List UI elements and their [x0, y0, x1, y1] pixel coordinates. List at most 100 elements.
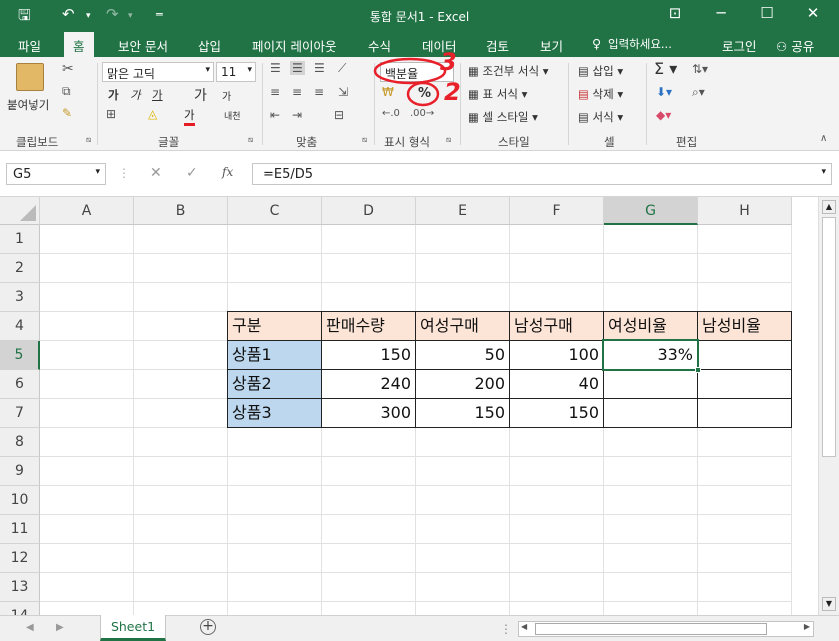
table-cell-h5[interactable] — [697, 340, 792, 370]
cell-c2[interactable] — [228, 254, 322, 283]
maximize-icon[interactable]: ☐ — [744, 4, 790, 22]
cell-g3[interactable] — [604, 283, 698, 312]
cell-a13[interactable] — [40, 573, 134, 602]
row-header-2[interactable]: 2 — [0, 254, 40, 283]
cell-a10[interactable] — [40, 486, 134, 515]
cell-a11[interactable] — [40, 515, 134, 544]
cell-e12[interactable] — [416, 544, 510, 573]
cell-a4[interactable] — [40, 312, 134, 341]
bold-button[interactable]: 가 — [108, 87, 119, 103]
cell-a5[interactable] — [40, 341, 134, 370]
format-cells-button[interactable]: ▤ 서식 ▾ — [578, 109, 623, 125]
insert-function-button[interactable]: fx — [222, 165, 233, 179]
merge-center-icon[interactable]: ⊟ — [334, 108, 344, 122]
cell-c9[interactable] — [228, 457, 322, 486]
table-cell-e7[interactable]: 150 — [415, 398, 510, 428]
enter-icon[interactable]: ✓ — [186, 165, 198, 181]
table-header-cell[interactable]: 남성구매 — [509, 311, 604, 341]
cell-c1[interactable] — [228, 225, 322, 254]
tab-split-handle[interactable]: ⋮ — [500, 622, 512, 636]
cell-b9[interactable] — [134, 457, 228, 486]
cell-d11[interactable] — [322, 515, 416, 544]
table-cell-c5[interactable]: 상품1 — [227, 340, 322, 370]
cell-b7[interactable] — [134, 399, 228, 428]
column-header-f[interactable]: F — [510, 197, 604, 225]
add-sheet-icon[interactable]: + — [200, 619, 216, 635]
cell-b13[interactable] — [134, 573, 228, 602]
format-painter-icon[interactable]: ✎ — [62, 106, 72, 120]
cell-c11[interactable] — [228, 515, 322, 544]
cell-h12[interactable] — [698, 544, 792, 573]
column-header-c[interactable]: C — [228, 197, 322, 225]
select-all-button[interactable] — [0, 197, 40, 225]
table-cell-d7[interactable]: 300 — [321, 398, 416, 428]
font-name-select[interactable]: 맑은 고딕 ▾ — [102, 62, 214, 82]
font-launcher-icon[interactable]: ⧅ — [248, 135, 253, 145]
font-color-button[interactable]: 가 — [184, 107, 195, 126]
cell-e10[interactable] — [416, 486, 510, 515]
tab-security[interactable]: 보안 문서 — [118, 36, 168, 55]
cell-d2[interactable] — [322, 254, 416, 283]
row-header-1[interactable]: 1 — [0, 225, 40, 254]
cell-d14[interactable] — [322, 602, 416, 615]
cell-e9[interactable] — [416, 457, 510, 486]
expand-formula-icon[interactable]: ▾ — [821, 167, 826, 177]
cell-c8[interactable] — [228, 428, 322, 457]
cell-c3[interactable] — [228, 283, 322, 312]
cell-b1[interactable] — [134, 225, 228, 254]
cell-f10[interactable] — [510, 486, 604, 515]
cancel-icon[interactable]: ✕ — [150, 165, 162, 181]
cell-h9[interactable] — [698, 457, 792, 486]
cell-f14[interactable] — [510, 602, 604, 615]
cell-b11[interactable] — [134, 515, 228, 544]
cell-a12[interactable] — [40, 544, 134, 573]
cell-h1[interactable] — [698, 225, 792, 254]
close-icon[interactable]: ✕ — [790, 4, 836, 22]
column-header-e[interactable]: E — [416, 197, 510, 225]
tab-formulas[interactable]: 수식 — [368, 36, 391, 55]
minimize-icon[interactable]: ─ — [698, 4, 744, 22]
row-header-4[interactable]: 4 — [0, 312, 40, 341]
accounting-format-icon[interactable]: ₩ — [382, 85, 394, 99]
cell-b5[interactable] — [134, 341, 228, 370]
table-header-cell[interactable]: 판매수량 — [321, 311, 416, 341]
shrink-font-button[interactable]: 가 — [222, 88, 231, 103]
cell-h11[interactable] — [698, 515, 792, 544]
horizontal-scrollbar-thumb[interactable] — [535, 623, 767, 635]
tab-review[interactable]: 검토 — [486, 36, 509, 55]
name-box[interactable]: G5 ▾ — [6, 163, 106, 185]
grow-font-button[interactable]: 가 — [194, 85, 207, 105]
cell-e2[interactable] — [416, 254, 510, 283]
cell-a1[interactable] — [40, 225, 134, 254]
increase-indent-icon[interactable]: ⇥ — [292, 108, 302, 122]
cell-e3[interactable] — [416, 283, 510, 312]
table-cell-f5[interactable]: 100 — [509, 340, 604, 370]
cell-d13[interactable] — [322, 573, 416, 602]
table-cell-f7[interactable]: 150 — [509, 398, 604, 428]
ribbon-display-icon[interactable]: ⊡ — [652, 4, 698, 22]
row-header-12[interactable]: 12 — [0, 544, 40, 573]
tell-me-input[interactable]: 입력하세요... — [608, 36, 672, 52]
cell-e8[interactable] — [416, 428, 510, 457]
tab-insert[interactable]: 삽입 — [198, 36, 221, 55]
cell-h13[interactable] — [698, 573, 792, 602]
table-cell-f6[interactable]: 40 — [509, 369, 604, 399]
cell-d8[interactable] — [322, 428, 416, 457]
scroll-right-icon[interactable]: ▶ — [804, 622, 810, 631]
table-cell-h7[interactable] — [697, 398, 792, 428]
cell-b3[interactable] — [134, 283, 228, 312]
scroll-left-icon[interactable]: ◀ — [521, 622, 527, 631]
fill-handle[interactable] — [695, 367, 701, 373]
paste-button[interactable]: 붙여넣기 — [7, 97, 49, 113]
table-cell-g6[interactable] — [603, 369, 698, 399]
column-header-a[interactable]: A — [40, 197, 134, 225]
table-cell-c7[interactable]: 상품3 — [227, 398, 322, 428]
table-cell-h6[interactable] — [697, 369, 792, 399]
cell-b14[interactable] — [134, 602, 228, 615]
cell-b4[interactable] — [134, 312, 228, 341]
align-middle-icon[interactable]: ☰ — [290, 61, 305, 75]
cell-b6[interactable] — [134, 370, 228, 399]
table-cell-e6[interactable]: 200 — [415, 369, 510, 399]
wrap-text-icon[interactable]: ⇲ — [338, 85, 348, 99]
cell-g10[interactable] — [604, 486, 698, 515]
